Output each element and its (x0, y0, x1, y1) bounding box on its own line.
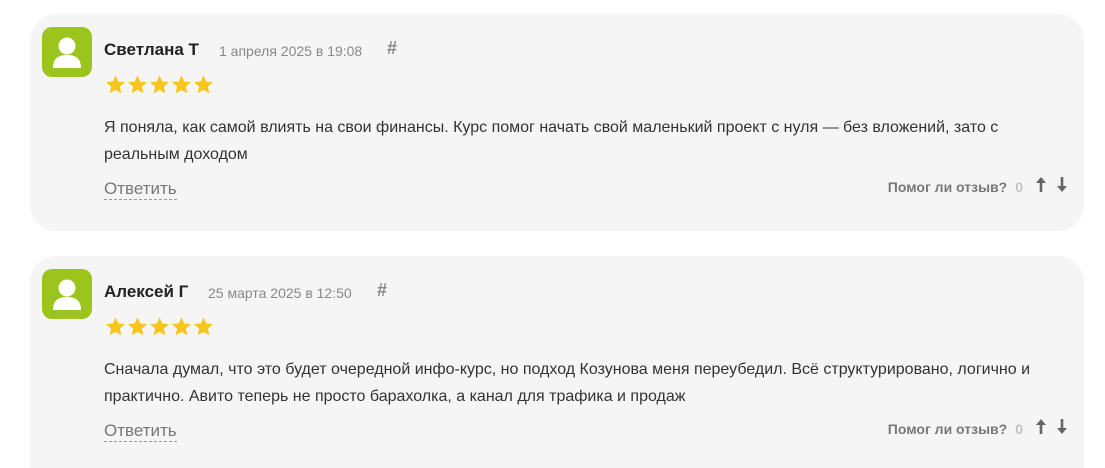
star-icon (171, 74, 192, 95)
reply-link[interactable]: Ответить (104, 421, 177, 442)
arrow-up-icon[interactable] (1035, 418, 1047, 440)
helpful-count: 0 (1015, 421, 1023, 437)
review-date: 1 апреля 2025 в 19:08 (219, 43, 363, 59)
arrow-down-icon[interactable] (1056, 176, 1068, 198)
arrow-down-icon[interactable] (1056, 418, 1068, 440)
star-icon (149, 316, 170, 337)
rating-stars (105, 316, 214, 337)
star-icon (193, 316, 214, 337)
user-avatar-icon (42, 27, 92, 77)
reply-link[interactable]: Ответить (104, 179, 177, 200)
star-icon (127, 316, 148, 337)
review-text: Сначала думал, что это будет очередной и… (104, 361, 1031, 405)
arrow-up-icon[interactable] (1035, 176, 1047, 198)
star-icon (105, 74, 126, 95)
star-icon (127, 74, 148, 95)
rating-stars (105, 74, 214, 95)
star-icon (171, 316, 192, 337)
helpful-question: Помог ли отзыв? (887, 421, 1008, 437)
star-icon (149, 74, 170, 95)
review-card: Алексей Г 25 марта 2025 в 12:50 # Сначал… (30, 256, 1084, 468)
helpful-vote: Помог ли отзыв? 0 (888, 418, 1068, 440)
review-card: Светлана Т 1 апреля 2025 в 19:08 # Я пон… (30, 14, 1084, 231)
review-date: 25 марта 2025 в 12:50 (208, 285, 352, 301)
permalink-hash-icon[interactable]: # (377, 280, 387, 301)
review-author: Алексей Г (104, 282, 189, 301)
star-icon (193, 74, 214, 95)
helpful-question: Помог ли отзыв? (887, 179, 1008, 195)
review-text: Я поняла, как самой влиять на свои финан… (104, 119, 999, 163)
permalink-hash-icon[interactable]: # (387, 38, 397, 59)
review-author: Светлана Т (104, 40, 199, 59)
helpful-vote: Помог ли отзыв? 0 (888, 176, 1068, 198)
helpful-count: 0 (1015, 179, 1023, 195)
user-avatar-icon (42, 269, 92, 319)
star-icon (105, 316, 126, 337)
